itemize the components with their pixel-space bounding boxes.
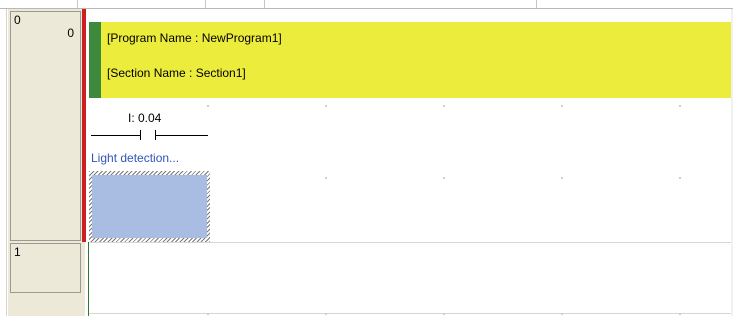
grid-dot bbox=[443, 177, 445, 179]
section-name-comment: [Section Name : Section1] bbox=[107, 66, 246, 80]
left-power-rail bbox=[88, 242, 89, 316]
grid-dot bbox=[207, 313, 209, 315]
grid-dot bbox=[443, 313, 445, 315]
grid-dot bbox=[325, 177, 327, 179]
rung-number: 1 bbox=[14, 245, 21, 259]
grid-dot bbox=[325, 313, 327, 315]
rung-separator bbox=[89, 242, 733, 243]
contact-plate-left bbox=[140, 130, 141, 140]
grid-dot bbox=[207, 105, 209, 107]
rung-number: 0 bbox=[14, 13, 21, 27]
left-power-rail-active bbox=[82, 9, 86, 242]
ruler-tick bbox=[205, 0, 206, 8]
rung-header-0[interactable]: 0 0 bbox=[10, 11, 81, 241]
column-ruler bbox=[0, 0, 733, 9]
step-number: 0 bbox=[67, 26, 74, 40]
rung-separator bbox=[89, 313, 733, 314]
selection-cursor[interactable] bbox=[92, 175, 207, 238]
ruler-tick bbox=[264, 0, 265, 8]
gutter-border bbox=[6, 9, 7, 316]
contact-wire-right bbox=[156, 135, 208, 136]
grid-dot bbox=[679, 105, 681, 107]
grid-dot bbox=[443, 105, 445, 107]
contact-comment: Light detection... bbox=[91, 151, 180, 165]
grid-dot bbox=[561, 177, 563, 179]
contact-address: I: 0.04 bbox=[128, 111, 162, 125]
comment-marker-bar bbox=[89, 22, 101, 98]
contact-wire-left bbox=[91, 135, 140, 136]
grid-dot bbox=[679, 177, 681, 179]
grid-dot bbox=[561, 105, 563, 107]
grid-dot bbox=[679, 313, 681, 315]
rung-header-1[interactable]: 1 bbox=[10, 243, 81, 293]
program-name-comment: [Program Name : NewProgram1] bbox=[107, 31, 282, 45]
ruler-tick bbox=[77, 0, 78, 8]
grid-dot bbox=[561, 313, 563, 315]
ruler-tick bbox=[536, 0, 537, 8]
grid-dot bbox=[325, 105, 327, 107]
